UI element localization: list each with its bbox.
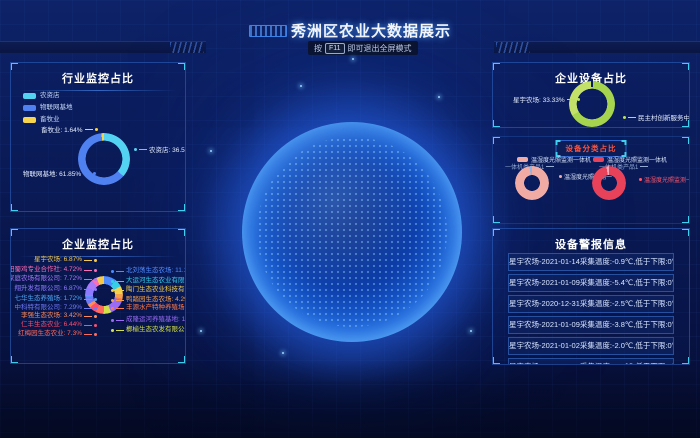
callout-label: 星宇农场: 33.33% <box>513 94 580 104</box>
particle <box>470 330 472 332</box>
corner-accent <box>492 357 500 365</box>
corner-accent <box>10 228 18 236</box>
particle <box>438 96 440 98</box>
callout-label: 农资店: 36.57% <box>134 144 186 154</box>
slash-decoration <box>170 42 204 53</box>
slash-decoration <box>496 42 530 53</box>
callout-dot <box>577 98 580 101</box>
callout-label: 物联网基地: 61.85% <box>23 168 96 178</box>
alarm-row: 星宇农场-2021-01-09采集温度:-5.4℃,低于下限:0℃ <box>508 274 674 292</box>
callout-label: 李强生态农场: 3.42% <box>21 312 97 320</box>
callout-label: 榔榆生态农发有限公司: 6.87 <box>111 326 186 334</box>
corner-accent <box>682 136 690 144</box>
corner-accent <box>178 228 186 236</box>
corner-accent <box>682 62 690 70</box>
callout-label: 陶门生态农业科技有限公 <box>111 286 186 294</box>
callout-dot <box>93 172 96 175</box>
corner-accent <box>492 136 500 144</box>
callout-label: 北刘荡生态农场: 11.16% <box>111 267 186 275</box>
panel-device-share: 企业设备占比 星宇农场: 33.33% 民主村创新服务中心: <box>492 62 690 128</box>
corner-accent <box>492 228 500 236</box>
page-title: 秀洲区农业大数据展示 <box>291 20 451 41</box>
callout-label: 仁丰生态农业: 6.44% <box>21 321 97 329</box>
callout-label: 畜牧业: 1.64% <box>41 124 98 134</box>
corner-accent <box>682 120 690 128</box>
device-class-left-donut[interactable] <box>515 166 549 200</box>
corner-accent <box>622 140 627 145</box>
dashboard-screen: 秀洲区农业大数据展示 按 F11 即可退出全屏模式 行业监控占比 农资店物联网基… <box>0 0 700 438</box>
hint-suffix: 即可退出全屏模式 <box>348 43 412 54</box>
alarm-row: 星宇农场-2021-01-09采集温度:-0.9℃,低于下限:0℃ <box>508 358 674 365</box>
donut-gap <box>591 79 593 87</box>
callout-label: 鸭踏园生态农场: 4.29 <box>111 296 186 304</box>
corner-accent <box>178 204 186 212</box>
alarm-row: 星宇农场-2021-01-14采集温度:-0.9℃,低于下限:0℃ <box>508 253 674 271</box>
particle <box>352 58 354 60</box>
callout-label: 丰源水产特种养殖场: 1. <box>111 304 186 312</box>
panel-device-alarms: 设备警报信息 星宇农场-2021-01-14采集温度:-0.9℃,低于下限:0℃… <box>492 228 690 365</box>
corner-accent <box>682 357 690 365</box>
bottom-vignette <box>0 358 700 438</box>
corner-accent <box>682 216 690 224</box>
alarm-list: 星宇农场-2021-01-14采集温度:-0.9℃,低于下限:0℃ 星宇农场-20… <box>508 253 674 365</box>
logo-badge <box>249 25 287 37</box>
callout-label: 中科特有限公司: 7.29% <box>14 304 97 312</box>
globe-visualization[interactable] <box>242 122 462 342</box>
legend-item[interactable]: 物联网基地 <box>23 103 73 112</box>
f11-key-badge: F11 <box>325 43 345 54</box>
panel-title: 企业监控占比 <box>11 229 185 252</box>
alarm-row: 星宇农场-2021-01-09采集温度:-3.8℃,低于下限:0℃ <box>508 316 674 334</box>
particle <box>200 330 202 332</box>
header-band-right <box>494 41 700 53</box>
legend-item[interactable]: 畜牧业 <box>23 115 73 124</box>
corner-accent <box>178 356 186 364</box>
callout-label: 家庭农场有限公司: 7.72% <box>10 275 97 283</box>
corner-accent <box>10 356 18 364</box>
particle <box>282 352 284 354</box>
corner-accent <box>10 62 18 70</box>
panel-enterprise-monitoring: 企业监控占比 星宇农场: 6.87% 红阳蜀鸡专业合作社: 4.72%家庭农场有限… <box>10 228 186 364</box>
industry-legend: 农资店物联网基地畜牧业 <box>23 91 73 127</box>
corner-accent <box>178 62 186 70</box>
corner-accent <box>492 62 500 70</box>
legend-item[interactable]: 农资店 <box>23 91 73 100</box>
callout-label: 民主村创新服务中心: <box>623 112 690 122</box>
corner-accent <box>10 204 18 212</box>
corner-accent <box>492 120 500 128</box>
callout-label: 翔升发有限公司: 6.87% <box>14 285 97 293</box>
fullscreen-hint: 按 F11 即可退出全屏模式 <box>308 41 418 55</box>
panel-title: 设备警报信息 <box>493 229 689 252</box>
corner-accent <box>682 228 690 236</box>
callout-label: 红阳蜀鸡专业合作社: 4.72% <box>10 266 97 274</box>
callout-label: 成隆运河养殖基地: 15.02% <box>111 316 186 324</box>
callout-label: 星宇农场: 6.87% <box>34 256 97 264</box>
callout-dot <box>95 128 98 131</box>
callout-label: 大运河生态农业有限责任公 <box>111 277 186 285</box>
particle <box>300 85 302 87</box>
callout-label: 七华生态养殖场: 1.72% <box>14 295 97 303</box>
alarm-row: 星宇农场-2020-12-31采集温度:-2.5℃,低于下限:0℃ <box>508 295 674 313</box>
hint-prefix: 按 <box>314 43 322 54</box>
panel-title: 行业监控占比 <box>11 63 185 86</box>
corner-accent <box>556 140 561 145</box>
mini-side-label: 温湿度光照监测一 <box>639 175 690 184</box>
callout-label: 红梅园生态农业: 7.3% <box>18 330 97 338</box>
panel-industry-monitoring: 行业监控占比 农资店物联网基地畜牧业 畜牧业: 1.64% 农资店: 36.57… <box>10 62 186 212</box>
panel-device-classification: 设备分类占比 温湿度光照监测一体机 一体机类产品1 温湿度光照监测一 温湿度光照… <box>492 136 690 224</box>
callout-dot <box>134 148 137 151</box>
particle <box>210 150 212 152</box>
header-band-left <box>0 41 206 53</box>
device-class-right-donut[interactable] <box>592 166 626 200</box>
alarm-row: 星宇农场-2021-01-02采集温度:-2.0℃,低于下限:0℃ <box>508 337 674 355</box>
corner-accent <box>492 216 500 224</box>
callout-dot <box>623 116 626 119</box>
device-donut-chart[interactable] <box>569 81 615 127</box>
